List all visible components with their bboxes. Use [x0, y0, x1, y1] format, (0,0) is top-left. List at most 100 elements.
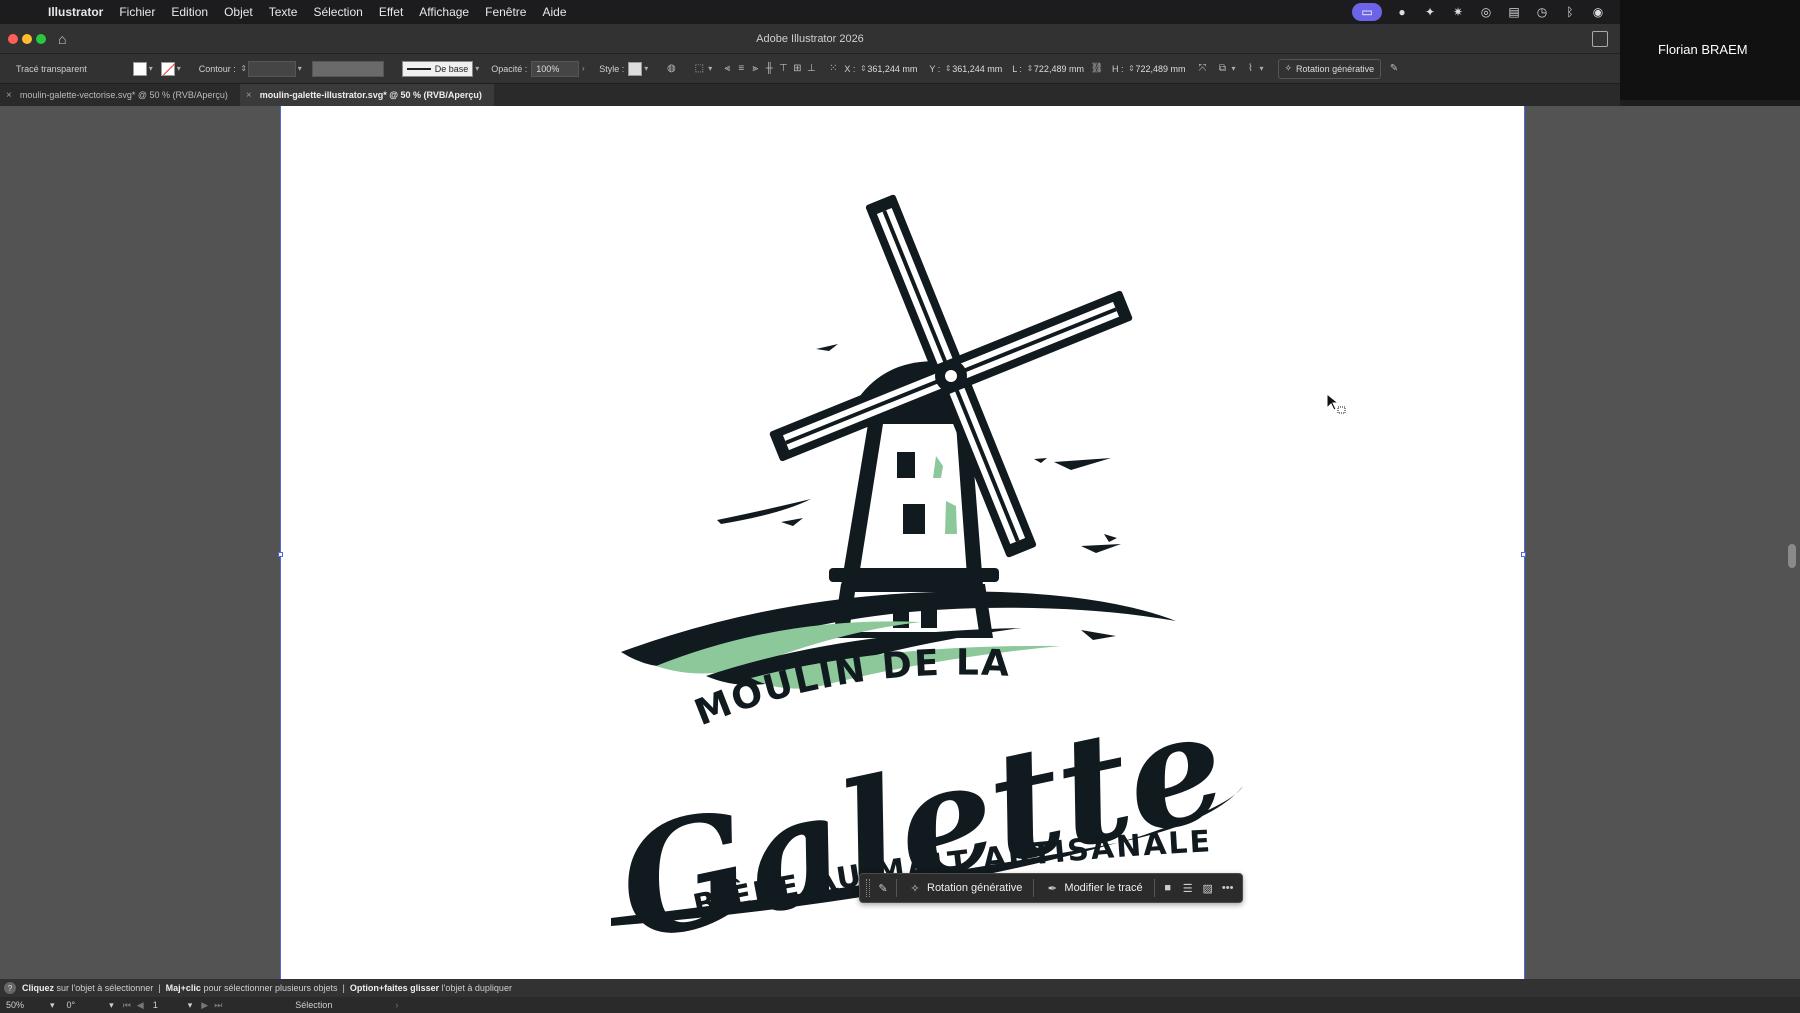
variable-width-profile[interactable]: [311, 60, 384, 77]
hint-bar: ? Cliquez sur l'objet à sélectionner | M…: [0, 979, 1800, 997]
align-center-icon[interactable]: ≡: [734, 62, 748, 76]
pin-icon[interactable]: ✎: [876, 881, 890, 895]
menu-affichage[interactable]: Affichage: [411, 5, 477, 19]
status-bar: 50% ▾ 0° ▾ ⏮ ◀ 1 ▾ ▶ ⏭ Sélection ›: [0, 997, 1800, 1013]
chevron-down-icon[interactable]: ▾: [473, 64, 481, 73]
rotation-select[interactable]: 0° ▾: [61, 1000, 120, 1011]
height-input[interactable]: 722,489 mm: [1135, 64, 1185, 74]
chevron-down-icon[interactable]: ▾: [1230, 64, 1238, 73]
document-tabs: × moulin-galette-vectorise.svg* @ 50 % (…: [0, 84, 1620, 106]
status-icons: ▭ ● ✦ ✷ ◎ ▤ ◷ ᛒ ◉: [1352, 3, 1620, 21]
menu-fenetre[interactable]: Fenêtre: [477, 5, 534, 19]
close-icon[interactable]: ×: [6, 90, 12, 101]
chevron-down-icon[interactable]: ▾: [1258, 64, 1266, 73]
artboard-number-select[interactable]: 1 ▾: [147, 1000, 199, 1011]
chevron-right-icon[interactable]: ›: [392, 1000, 401, 1010]
align-right-icon[interactable]: ⫸: [748, 62, 762, 76]
zoom-value: 50%: [6, 1000, 25, 1010]
current-tool: Sélection: [295, 1000, 333, 1010]
stepper-icon[interactable]: ⇕: [1127, 64, 1135, 73]
chevron-down-icon[interactable]: ▾: [175, 64, 183, 73]
zoom-select[interactable]: 50% ▾: [0, 1000, 61, 1011]
chevron-down-icon: ▾: [109, 999, 114, 1010]
previous-artboard-icon[interactable]: ◀: [134, 1000, 147, 1011]
first-artboard-icon[interactable]: ⏮: [120, 1000, 134, 1011]
graphic-style-swatch[interactable]: [628, 61, 643, 76]
help-icon[interactable]: ?: [4, 982, 16, 994]
menu-fichier[interactable]: Fichier: [111, 5, 163, 19]
fill-swatch[interactable]: [132, 61, 147, 76]
stepper-icon[interactable]: ⇕: [859, 64, 867, 73]
align-middle-icon[interactable]: ⊞: [790, 62, 804, 76]
stepper-icon[interactable]: ⇕: [944, 64, 952, 73]
menu-effet[interactable]: Effet: [371, 5, 411, 19]
menu-objet[interactable]: Objet: [216, 5, 261, 19]
time-machine-icon[interactable]: ◷: [1534, 5, 1550, 19]
distribute-icon[interactable]: ╫: [762, 62, 776, 76]
bluetooth-icon[interactable]: ᛒ: [1562, 5, 1578, 19]
brush-definition-value: De base: [434, 63, 469, 74]
airdrop-icon[interactable]: ◉: [1590, 5, 1606, 19]
generative-rotation-task-button[interactable]: ✧ Rotation générative: [903, 878, 1027, 898]
logo-artwork[interactable]: MOULIN DE LA Galette BIÈRE AU MALT ARTIS…: [281, 106, 1526, 979]
sparkle-icon[interactable]: ✦: [1422, 5, 1438, 19]
last-artboard-icon[interactable]: ⏭: [211, 1000, 225, 1011]
brush-definition-select[interactable]: De base: [401, 60, 474, 77]
chevron-down-icon[interactable]: ▾: [147, 64, 155, 73]
brightness-icon[interactable]: ✷: [1450, 5, 1466, 19]
contextual-task-bar: ✎ ✧ Rotation générative ✒ Modifier le tr…: [859, 873, 1243, 903]
stepper-icon[interactable]: ⇕: [1026, 64, 1034, 73]
generative-rotation-button[interactable]: ✧ Rotation générative: [1277, 58, 1382, 79]
next-artboard-icon[interactable]: ▶: [198, 1000, 211, 1011]
menu-selection[interactable]: Sélection: [305, 5, 370, 19]
more-icon[interactable]: •••: [1221, 881, 1235, 895]
height-label: H :: [1111, 63, 1124, 74]
stroke-weight-input[interactable]: [247, 60, 296, 77]
chevron-down-icon[interactable]: ▾: [706, 64, 714, 73]
tab-document-1[interactable]: × moulin-galette-vectorise.svg* @ 50 % (…: [0, 84, 240, 106]
chevron-down-icon[interactable]: ▾: [296, 64, 304, 73]
align-to-icon[interactable]: ⬚: [692, 62, 706, 76]
chat-icon[interactable]: ●: [1394, 5, 1410, 19]
link-icon[interactable]: ⛓: [1090, 62, 1104, 76]
menu-app[interactable]: Illustrator: [40, 5, 111, 19]
menu-edition[interactable]: Edition: [163, 5, 216, 19]
width-input[interactable]: 722,489 mm: [1034, 64, 1084, 74]
object-type-label: Tracé transparent: [16, 63, 87, 74]
style-label: Style :: [599, 63, 625, 74]
drive-icon[interactable]: ▤: [1506, 5, 1522, 19]
stroke-swatch[interactable]: [160, 61, 175, 76]
recolor-icon[interactable]: ◍: [664, 62, 678, 76]
sparkle-icon: ✧: [910, 882, 920, 895]
drag-handle[interactable]: [866, 879, 870, 897]
x-input[interactable]: 361,244 mm: [867, 64, 917, 74]
y-input[interactable]: 361,244 mm: [952, 64, 1002, 74]
shape-builder-icon[interactable]: ⧉: [1216, 62, 1230, 76]
align-left-icon[interactable]: ⫷: [720, 62, 734, 76]
warp-icon[interactable]: ⌇: [1244, 62, 1258, 76]
menu-texte[interactable]: Texte: [261, 5, 306, 19]
transform-icon[interactable]: ⤧: [1196, 62, 1210, 76]
screen-share-icon[interactable]: ▭: [1352, 3, 1382, 21]
fill-square-icon[interactable]: ■: [1161, 881, 1175, 895]
share-icon[interactable]: [1592, 31, 1608, 47]
chevron-down-icon[interactable]: ▾: [642, 64, 650, 73]
canvas-workspace[interactable]: MOULIN DE LA Galette BIÈRE AU MALT ARTIS…: [0, 106, 1800, 979]
lines-icon[interactable]: ☰: [1181, 881, 1195, 895]
align-top-icon[interactable]: ⊤: [776, 62, 790, 76]
creative-cloud-icon[interactable]: ◎: [1478, 5, 1494, 19]
x-label: X :: [844, 63, 856, 74]
vertical-scrollbar[interactable]: [1788, 544, 1796, 568]
tab-document-2[interactable]: × moulin-galette-illustrator.svg* @ 50 %…: [239, 84, 494, 106]
reference-point-icon[interactable]: ⁙: [826, 62, 840, 76]
close-icon[interactable]: ×: [246, 90, 252, 101]
edit-path-button[interactable]: ✒ Modifier le tracé: [1040, 878, 1147, 898]
stepper-icon[interactable]: ⇕: [240, 64, 248, 73]
pin-icon[interactable]: ✎: [1387, 62, 1401, 76]
opacity-input[interactable]: 100%: [531, 60, 580, 77]
menu-aide[interactable]: Aide: [534, 5, 574, 19]
mask-icon[interactable]: ▨: [1201, 881, 1215, 895]
align-bottom-icon[interactable]: ⊥: [804, 62, 818, 76]
artboard[interactable]: MOULIN DE LA Galette BIÈRE AU MALT ARTIS…: [278, 106, 1526, 979]
chevron-right-icon[interactable]: ›: [579, 64, 587, 73]
